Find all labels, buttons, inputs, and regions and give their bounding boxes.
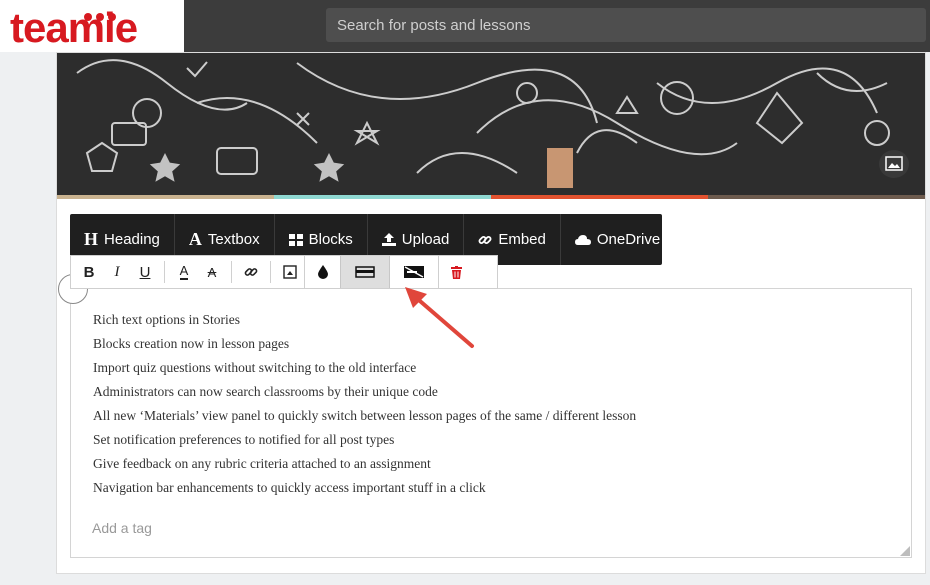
content-list: Rich text options in Stories Blocks crea…	[93, 311, 636, 503]
doodle-illustration	[57, 53, 925, 195]
link-icon	[478, 233, 492, 247]
upload-label: Upload	[401, 231, 450, 248]
content-line[interactable]: Administrators can now search classrooms…	[93, 383, 636, 407]
textbox-label: Textbox	[207, 231, 260, 248]
color-stripes	[57, 195, 925, 199]
logo-text: teamie	[10, 4, 138, 51]
underline-button[interactable]: U	[131, 256, 159, 288]
divider	[164, 261, 165, 283]
change-cover-button[interactable]	[879, 150, 909, 178]
content-line[interactable]: Rich text options in Stories	[93, 311, 636, 335]
image-icon	[885, 156, 903, 171]
underline-icon: U	[139, 263, 151, 281]
divider	[231, 261, 232, 283]
image-icon	[283, 265, 297, 279]
logo[interactable]: teamie	[0, 0, 184, 52]
onedrive-label: OneDrive	[596, 231, 661, 248]
clear-format-button[interactable]: A	[198, 256, 226, 288]
delete-icon	[451, 265, 462, 279]
block-width-icon	[355, 266, 375, 278]
italic-icon: I	[114, 263, 120, 280]
insert-image-button[interactable]	[276, 256, 304, 288]
cover-image	[57, 53, 925, 195]
add-tag-input[interactable]: Add a tag	[92, 520, 152, 536]
font-color-button[interactable]: A	[170, 256, 198, 288]
top-bar: teamie Search for posts and lessons	[0, 0, 930, 52]
content-line[interactable]: Set notification preferences to notified…	[93, 431, 636, 455]
content-line[interactable]: Navigation bar enhancements to quickly a…	[93, 479, 636, 503]
cloud-icon	[574, 234, 591, 245]
annotation-arrow	[405, 287, 474, 348]
divider	[270, 261, 271, 283]
search-input[interactable]: Search for posts and lessons	[326, 8, 926, 42]
block-width-button[interactable]	[340, 256, 390, 288]
font-color-icon: A	[179, 263, 189, 280]
bold-icon: B	[83, 263, 95, 281]
onedrive-button[interactable]: OneDrive	[561, 214, 674, 265]
content-line[interactable]: All new ‘Materials’ view panel to quickl…	[93, 407, 636, 431]
textbox-icon: A	[188, 229, 202, 249]
content-line[interactable]: Blocks creation now in lesson pages	[93, 335, 636, 359]
no-background-icon	[404, 266, 424, 278]
content-line[interactable]: Import quiz questions without switching …	[93, 359, 636, 383]
search-placeholder: Search for posts and lessons	[337, 17, 531, 34]
resize-grip-icon[interactable]	[898, 544, 910, 556]
clear-format-icon: A	[207, 264, 217, 280]
heading-label: Heading	[104, 231, 160, 248]
upload-icon	[381, 233, 396, 246]
heading-icon: H	[84, 229, 99, 249]
insert-link-button[interactable]	[237, 256, 265, 288]
bold-button[interactable]: B	[75, 256, 103, 288]
color-button[interactable]	[304, 256, 340, 288]
italic-button[interactable]: I	[103, 256, 131, 288]
color-drop-icon	[317, 265, 328, 279]
blocks-label: Blocks	[308, 231, 353, 248]
content-line[interactable]: Give feedback on any rubric criteria att…	[93, 455, 636, 479]
blocks-icon	[288, 233, 303, 246]
embed-label: Embed	[498, 231, 546, 248]
link-icon	[244, 268, 258, 276]
